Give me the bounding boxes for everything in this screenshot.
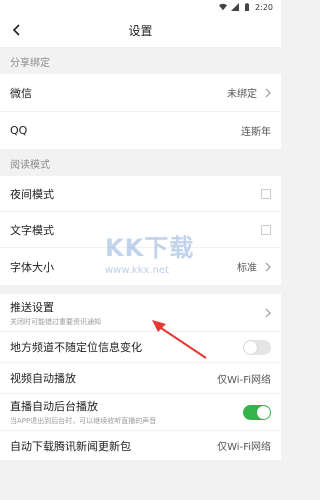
font-size-value: 标准 [237,263,257,274]
chevron-right-icon [265,88,271,97]
chevron-right-icon [265,308,271,317]
qq-value: 连斯年 [241,127,271,138]
signal-icon [231,3,240,11]
top-bar: 设置 [0,14,281,48]
chevron-right-icon [265,262,271,271]
live-background-label: 直播自动后台播放 [10,400,98,413]
battery-icon [245,3,250,11]
video-autoplay-value: 仅Wi-Fi网络 [217,374,271,386]
wechat-label: 微信 [10,86,32,100]
live-background-toggle[interactable] [243,404,271,420]
local-channel-toggle[interactable] [243,339,271,355]
night-mode-checkbox[interactable] [261,188,271,199]
night-mode-label: 夜间模式 [10,187,54,201]
night-mode-row[interactable]: 夜间模式 [0,176,281,212]
push-settings-text: 推送设置 关闭时可能错过重要资讯通知 [10,299,101,327]
section-header-reading: 阅读模式 [0,150,281,176]
font-size-row[interactable]: 字体大小 标准 [0,248,281,286]
back-icon[interactable] [10,23,24,37]
qq-row[interactable]: QQ 连斯年 [0,112,281,150]
qq-label: QQ [10,124,28,137]
status-bar: 2:20 [0,0,281,14]
live-background-row[interactable]: 直播自动后台播放 当APP退出到后台时，可以继续收听直播的声音 [0,394,281,431]
live-background-subtitle: 当APP退出到后台时，可以继续收听直播的声音 [10,417,157,425]
wechat-value: 未绑定 [227,89,257,100]
wechat-row[interactable]: 微信 未绑定 [0,74,281,112]
wifi-icon [219,3,228,11]
video-autoplay-row[interactable]: 视频自动播放 仅Wi-Fi网络 [0,363,281,394]
text-mode-row[interactable]: 文字模式 [0,212,281,248]
section-divider [0,286,281,294]
push-settings-row[interactable]: 推送设置 关闭时可能错过重要资讯通知 [0,294,281,332]
text-mode-checkbox[interactable] [261,224,271,235]
live-background-text: 直播自动后台播放 当APP退出到后台时，可以继续收听直播的声音 [10,398,156,426]
auto-download-value: 仅Wi-Fi网络 [217,442,271,453]
auto-download-row[interactable]: 自动下载腾讯新闻更新包 仅Wi-Fi网络 [0,431,281,461]
video-autoplay-label: 视频自动播放 [10,372,76,385]
font-size-label: 字体大小 [10,260,54,274]
auto-download-label: 自动下载腾讯新闻更新包 [10,439,131,453]
push-settings-label: 推送设置 [10,300,54,314]
status-time: 2:20 [255,2,273,12]
local-channel-row[interactable]: 地方频道不随定位信息变化 [0,332,281,363]
push-settings-subtitle: 关闭时可能错过重要资讯通知 [10,317,101,326]
local-channel-label: 地方频道不随定位信息变化 [10,341,142,354]
section-header-share: 分享绑定 [0,48,281,74]
page-title: 设置 [128,24,153,38]
text-mode-label: 文字模式 [10,223,54,237]
